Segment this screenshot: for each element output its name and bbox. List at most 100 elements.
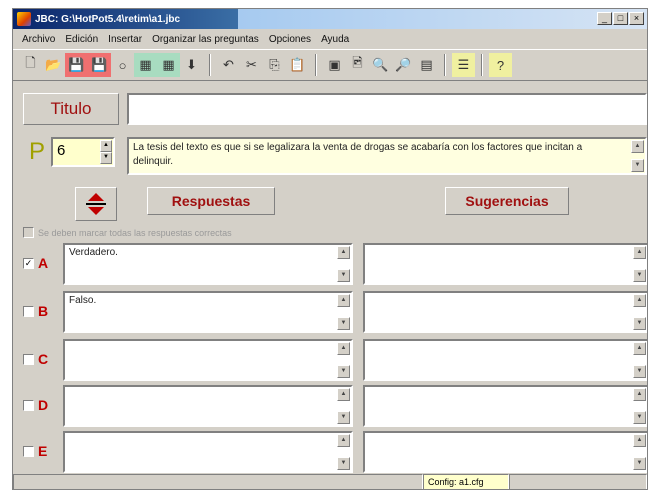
web-page-icon[interactable]: 🖻 [346,53,369,77]
answer-correct-checkbox[interactable] [23,353,34,365]
minimize-button[interactable]: _ [597,12,612,25]
scroll-up-arrow-icon[interactable]: ▲ [633,342,646,355]
move-question-button[interactable] [75,187,117,221]
field-scrollbar[interactable]: ▲ ▼ [633,388,646,424]
feedback-field[interactable]: ▲ ▼ [363,243,647,285]
answer-text-field-value: Verdadero. [69,247,118,258]
answer-row-e[interactable]: E [23,443,47,459]
scroll-down-arrow-icon[interactable]: ▼ [631,159,644,172]
scroll-up-arrow-icon[interactable]: ▲ [633,294,646,307]
scroll-up-arrow-icon[interactable]: ▲ [337,294,350,307]
field-scrollbar[interactable]: ▲ ▼ [337,388,350,424]
feedback-field[interactable]: ▲ ▼ [363,431,647,473]
title-bar[interactable]: JBC: G:\HotPot5.4\retim\a1.jbc _ □ × [13,9,647,29]
menu-edicion[interactable]: Edición [60,34,103,45]
search-icon[interactable]: 🔍 [369,53,392,77]
field-scrollbar[interactable]: ▲ ▼ [633,434,646,470]
field-scrollbar[interactable]: ▲ ▼ [633,342,646,378]
pdf-icon[interactable]: ▤ [415,53,438,77]
scroll-up-arrow-icon[interactable]: ▲ [631,140,644,153]
options-icon[interactable]: ☰ [452,53,475,77]
feedback-field[interactable]: ▲ ▼ [363,339,647,381]
scroll-down-arrow-icon[interactable]: ▼ [337,317,350,330]
menu-archivo[interactable]: Archivo [17,34,60,45]
answer-letter: B [38,303,49,319]
answer-correct-checkbox[interactable]: ✓ [23,257,34,269]
scroll-down-arrow-icon[interactable]: ▼ [633,317,646,330]
config-icon[interactable]: ▣ [323,53,346,77]
question-number-spinner[interactable]: 6 ▲ ▼ [51,137,115,167]
scroll-up-arrow-icon[interactable]: ▲ [337,434,350,447]
scroll-down-arrow-icon[interactable]: ▼ [337,411,350,424]
menu-insertar[interactable]: Insertar [103,34,147,45]
feedback-field[interactable]: ▲ ▼ [363,291,647,333]
field-scrollbar[interactable]: ▲ ▼ [633,246,646,282]
help-icon[interactable]: ? [489,53,512,77]
spin-down-button[interactable]: ▼ [100,152,112,164]
respuestas-button[interactable]: Respuestas [147,187,275,215]
undo-icon[interactable]: ↶ [217,53,240,77]
field-scrollbar[interactable]: ▲ ▼ [337,294,350,330]
move-up-icon [88,193,104,201]
cut-icon[interactable]: ✂ [240,53,263,77]
answer-text-field[interactable]: ▲ ▼ [63,385,353,427]
down-arrow-icon[interactable]: ⬇ [180,53,203,77]
new-file-icon[interactable]: 🗋 [19,53,42,77]
answer-row-b[interactable]: B [23,303,48,319]
all-correct-option[interactable]: Se deben marcar todas las respuestas cor… [23,227,232,238]
open-web-icon[interactable]: ○ [111,53,134,77]
save-as-icon[interactable]: 💾 [88,53,111,77]
all-correct-checkbox[interactable] [23,227,34,238]
question-number: 6 [57,142,66,159]
field-scrollbar[interactable]: ▲ ▼ [337,342,350,378]
scroll-up-arrow-icon[interactable]: ▲ [633,434,646,447]
scroll-down-arrow-icon[interactable]: ▼ [337,457,350,470]
scroll-up-arrow-icon[interactable]: ▲ [337,388,350,401]
open-folder-icon[interactable]: 📂 [42,53,65,77]
menu-ayuda[interactable]: Ayuda [316,34,354,45]
scroll-down-arrow-icon[interactable]: ▼ [633,457,646,470]
sugerencias-button[interactable]: Sugerencias [445,187,569,215]
scroll-up-arrow-icon[interactable]: ▲ [633,246,646,259]
paste-icon[interactable]: 📋 [286,53,309,77]
copy-icon[interactable]: ⎘ [263,53,286,77]
toolbar-separator [209,54,211,76]
field-scrollbar[interactable]: ▲ ▼ [337,246,350,282]
config-status: Config: a1.cfg [423,474,509,489]
answer-text-field-value: Falso. [69,295,97,306]
scroll-down-arrow-icon[interactable]: ▼ [337,365,350,378]
answer-text-field[interactable]: ▲ ▼ [63,339,353,381]
menu-organizar[interactable]: Organizar las preguntas [147,34,264,45]
scroll-down-arrow-icon[interactable]: ▼ [633,365,646,378]
scroll-down-arrow-icon[interactable]: ▼ [633,269,646,282]
titulo-input[interactable] [127,93,647,125]
find-icon[interactable]: 🔎 [392,53,415,77]
maximize-button[interactable]: □ [613,12,628,25]
field-scrollbar[interactable]: ▲ ▼ [337,434,350,470]
feedback-field[interactable]: ▲ ▼ [363,385,647,427]
question-text[interactable]: La tesis del texto es que si se legaliza… [127,137,647,175]
answer-row-c[interactable]: C [23,351,48,367]
answer-text-field[interactable]: ▲ ▼ [63,431,353,473]
answer-row-a[interactable]: ✓ A [23,255,48,271]
answer-correct-checkbox[interactable] [23,305,34,317]
answer-row-d[interactable]: D [23,397,48,413]
close-button[interactable]: × [629,12,644,25]
answer-text-field[interactable]: Verdadero. ▲ ▼ [63,243,353,285]
answer-text-field[interactable]: Falso. ▲ ▼ [63,291,353,333]
answer-correct-checkbox[interactable] [23,445,34,457]
answer-correct-checkbox[interactable] [23,399,34,411]
import-icon[interactable]: ▦ [134,53,157,77]
scroll-up-arrow-icon[interactable]: ▲ [337,342,350,355]
scroll-down-arrow-icon[interactable]: ▼ [337,269,350,282]
save-icon[interactable]: 💾 [65,53,88,77]
field-scrollbar[interactable]: ▲ ▼ [633,294,646,330]
scroll-up-arrow-icon[interactable]: ▲ [337,246,350,259]
scroll-up-arrow-icon[interactable]: ▲ [633,388,646,401]
menu-opciones[interactable]: Opciones [264,34,316,45]
spin-up-button[interactable]: ▲ [100,140,112,152]
question-scrollbar[interactable]: ▲ ▼ [631,140,644,172]
scroll-down-arrow-icon[interactable]: ▼ [633,411,646,424]
toolbar-separator [481,54,483,76]
export-icon[interactable]: ▦ [157,53,180,77]
